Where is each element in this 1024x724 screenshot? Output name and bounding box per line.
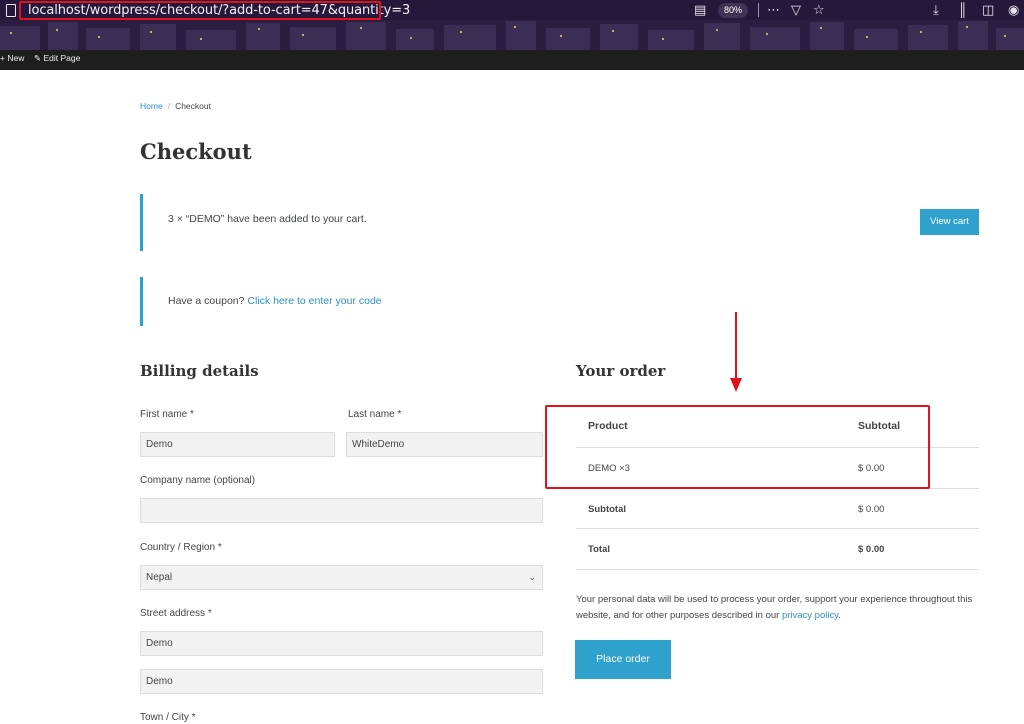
library-icon[interactable]: ║ [958, 3, 967, 17]
zoom-level[interactable]: 80% [718, 3, 748, 18]
last-name-field[interactable]: WhiteDemo [346, 432, 543, 457]
privacy-policy-link[interactable]: privacy policy [782, 610, 838, 621]
admin-edit-label: Edit Page [43, 53, 81, 63]
wp-admin-bar: + New ✎ Edit Page [0, 50, 1024, 70]
street-address-field-2[interactable]: Demo [140, 669, 543, 694]
pocket-icon[interactable]: ▽ [791, 3, 801, 17]
city-theme-background [0, 20, 1024, 50]
street-address-label: Street address * [140, 608, 212, 619]
privacy-notice: Your personal data will be used to proce… [576, 592, 976, 624]
coupon-notice: Have a coupon? Click here to enter your … [140, 277, 979, 326]
breadcrumb: Home / Checkout [140, 101, 211, 111]
admin-new-label: New [7, 53, 25, 63]
first-name-label: First name * [140, 409, 194, 420]
url-highlight-annotation [19, 1, 381, 20]
order-subtotal-label: Subtotal [588, 504, 626, 515]
coupon-link[interactable]: Click here to enter your code [247, 295, 381, 307]
sidebar-icon[interactable]: ◫ [982, 3, 994, 17]
download-icon[interactable]: ⤓ [933, 3, 939, 17]
more-icon[interactable]: ⋯ [767, 3, 780, 17]
address-bar[interactable]: localhost/wordpress/checkout/?add-to-car… [0, 0, 1024, 22]
cart-notice-message: 3 × “DEMO” have been added to your cart. [168, 213, 367, 225]
admin-edit-page-item[interactable]: ✎ Edit Page [34, 53, 80, 64]
country-region-value: Nepal [146, 572, 173, 583]
privacy-text: Your personal data will be used to proce… [576, 594, 973, 621]
town-city-label: Town / City * [140, 712, 196, 723]
place-order-button[interactable]: Place order [575, 640, 671, 679]
order-highlight-annotation [545, 405, 930, 489]
order-subtotal-row: Subtotal $ 0.00 [576, 489, 979, 529]
reader-view-icon[interactable]: ▤ [694, 3, 706, 17]
order-total-label: Total [588, 544, 610, 555]
country-region-select[interactable]: Nepal ⌄ [140, 565, 543, 590]
red-arrow-annotation [730, 312, 742, 392]
coupon-prompt: Have a coupon? [168, 295, 245, 307]
first-name-field[interactable]: Demo [140, 432, 335, 457]
cart-notice: 3 × “DEMO” have been added to your cart.… [140, 194, 979, 251]
order-total-value: $ 0.00 [858, 544, 885, 555]
breadcrumb-separator: / [167, 101, 171, 111]
order-total-row: Total $ 0.00 [576, 529, 979, 570]
coupon-notice-text: Have a coupon? Click here to enter your … [168, 295, 382, 307]
page-title: Checkout [140, 139, 252, 164]
country-region-label: Country / Region * [140, 542, 222, 553]
company-name-label: Company name (optional) [140, 475, 256, 486]
chevron-down-icon: ⌄ [528, 572, 536, 582]
breadcrumb-current: Checkout [175, 101, 211, 111]
admin-new-item[interactable]: + New [0, 53, 24, 63]
last-name-label: Last name * [348, 409, 402, 420]
account-icon[interactable]: ◉ [1008, 3, 1019, 17]
browser-toolbar: localhost/wordpress/checkout/?add-to-car… [0, 0, 1024, 50]
star-icon[interactable]: ☆ [813, 3, 825, 17]
order-subtotal-value: $ 0.00 [858, 504, 885, 515]
toolbar-separator [758, 3, 759, 17]
page-icon [6, 4, 16, 17]
breadcrumb-home-link[interactable]: Home [140, 101, 163, 111]
billing-details-title: Billing details [140, 362, 259, 380]
privacy-end: . [838, 610, 841, 621]
company-name-field[interactable] [140, 498, 543, 523]
street-address-field-1[interactable]: Demo [140, 631, 543, 656]
pencil-icon: ✎ [34, 53, 42, 63]
your-order-title: Your order [576, 362, 666, 380]
view-cart-button[interactable]: View cart [920, 209, 979, 235]
